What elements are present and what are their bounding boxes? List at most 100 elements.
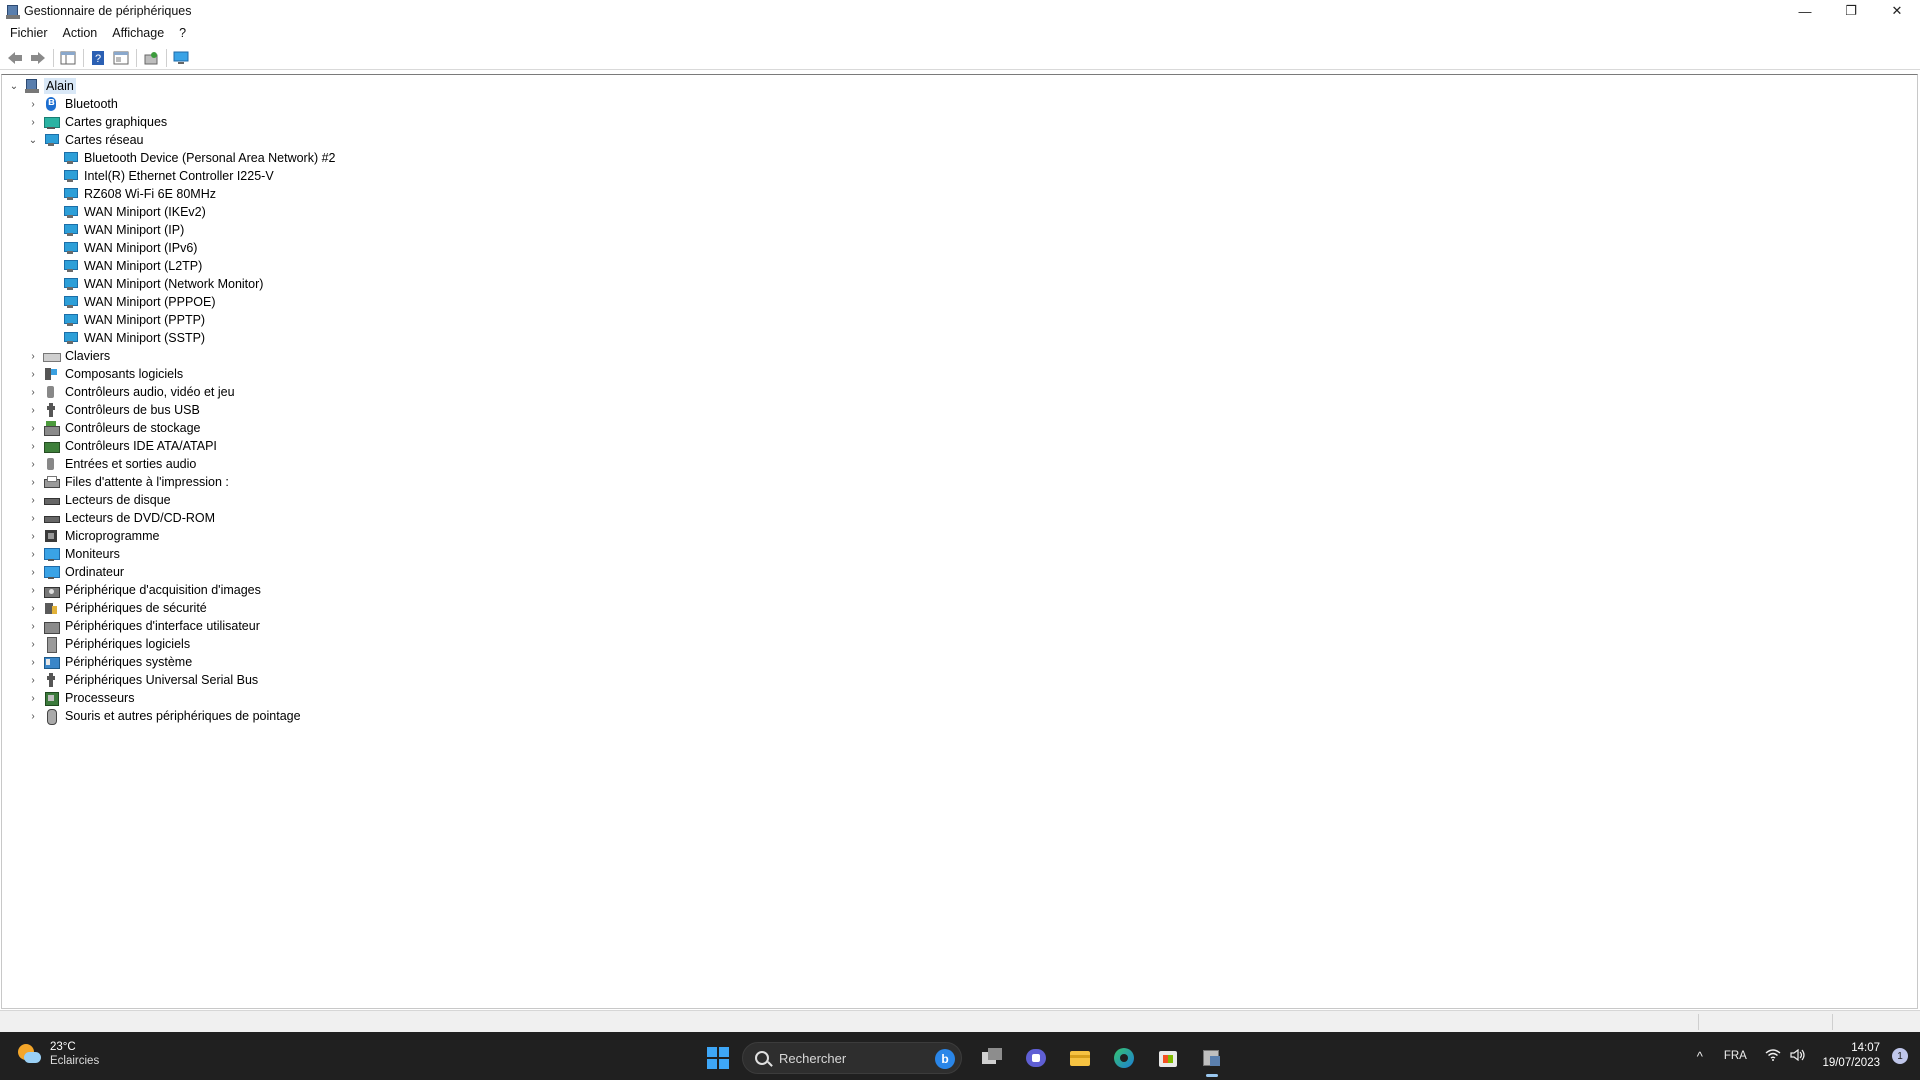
back-button[interactable]	[4, 48, 26, 68]
tree-category[interactable]: ⌄ Cartes réseau	[2, 131, 338, 149]
properties-button[interactable]	[110, 48, 132, 68]
chevron-right-icon[interactable]: ›	[27, 581, 39, 599]
menu-help[interactable]: ?	[173, 26, 192, 40]
network-adapter-icon	[62, 240, 78, 256]
chevron-right-icon[interactable]: ›	[27, 419, 39, 437]
network-adapter-icon	[62, 222, 78, 238]
device-manager-taskbar-button[interactable]	[1192, 1038, 1232, 1078]
tree-category[interactable]: › Composants logiciels	[2, 365, 338, 383]
tree-category[interactable]: › Entrées et sorties audio	[2, 455, 338, 473]
tree-category[interactable]: › Ordinateur	[2, 563, 338, 581]
store-button[interactable]	[1148, 1038, 1188, 1078]
minimize-button[interactable]: —	[1782, 0, 1828, 22]
tree-category[interactable]: › Lecteurs de DVD/CD-ROM	[2, 509, 338, 527]
tree-category[interactable]: › Périphériques logiciels	[2, 635, 338, 653]
chevron-right-icon[interactable]: ›	[27, 527, 39, 545]
bing-icon[interactable]: b	[935, 1049, 955, 1069]
tree-device-item[interactable]: WAN Miniport (L2TP)	[2, 257, 338, 275]
menu-action[interactable]: Action	[57, 26, 104, 40]
tree-category[interactable]: › Bluetooth	[2, 95, 338, 113]
chevron-right-icon[interactable]: ›	[27, 437, 39, 455]
file-explorer-button[interactable]	[1060, 1038, 1100, 1078]
help-icon: ?	[92, 50, 104, 65]
tree-item-label: WAN Miniport (IPv6)	[84, 241, 198, 255]
chevron-right-icon[interactable]: ›	[27, 563, 39, 581]
usb-icon	[43, 402, 59, 418]
tree-category[interactable]: › Périphérique d'acquisition d'images	[2, 581, 338, 599]
chevron-right-icon[interactable]: ›	[27, 455, 39, 473]
tree-category[interactable]: › Périphériques système	[2, 653, 338, 671]
notification-badge[interactable]: 1	[1892, 1048, 1908, 1064]
chevron-up-icon[interactable]: ^	[1688, 1049, 1712, 1064]
clock[interactable]: 14:07 19/07/2023	[1822, 1041, 1880, 1071]
tree-category[interactable]: › Périphériques d'interface utilisateur	[2, 617, 338, 635]
tree-device-item[interactable]: WAN Miniport (IP)	[2, 221, 338, 239]
tree-category[interactable]: › Contrôleurs IDE ATA/ATAPI	[2, 437, 338, 455]
chevron-right-icon[interactable]: ›	[27, 707, 39, 725]
chevron-right-icon[interactable]: ›	[27, 671, 39, 689]
chevron-right-icon[interactable]: ›	[27, 365, 39, 383]
tree-category[interactable]: › Contrôleurs de bus USB	[2, 401, 338, 419]
restore-button[interactable]: ❐	[1828, 0, 1874, 22]
weather-icon	[16, 1042, 42, 1068]
task-view-button[interactable]	[972, 1038, 1012, 1078]
chevron-right-icon[interactable]: ›	[27, 509, 39, 527]
start-button[interactable]	[700, 1040, 736, 1076]
chevron-right-icon[interactable]: ›	[27, 617, 39, 635]
chevron-right-icon[interactable]: ›	[27, 653, 39, 671]
scan-hardware-button[interactable]	[140, 48, 162, 68]
chevron-right-icon[interactable]: ›	[27, 599, 39, 617]
computer-icon	[43, 564, 60, 580]
tree-device-item[interactable]: WAN Miniport (PPPOE)	[2, 293, 338, 311]
tree-category[interactable]: › Files d'attente à l'impression :	[2, 473, 338, 491]
tree-category[interactable]: › Cartes graphiques	[2, 113, 338, 131]
tree-category[interactable]: › Lecteurs de disque	[2, 491, 338, 509]
chevron-right-icon[interactable]: ›	[27, 113, 39, 131]
tree-category[interactable]: › Microprogramme	[2, 527, 338, 545]
chevron-down-icon[interactable]: ⌄	[27, 131, 39, 149]
tree-device-item[interactable]: WAN Miniport (PPTP)	[2, 311, 338, 329]
chevron-right-icon[interactable]: ›	[27, 635, 39, 653]
chat-button[interactable]	[1016, 1038, 1056, 1078]
tree-device-item[interactable]: Bluetooth Device (Personal Area Network)…	[2, 149, 338, 167]
menu-affichage[interactable]: Affichage	[106, 26, 170, 40]
forward-button[interactable]	[27, 48, 49, 68]
tree-device-item[interactable]: WAN Miniport (IPv6)	[2, 239, 338, 257]
weather-widget[interactable]: 23°C Eclaircies	[16, 1040, 99, 1069]
wifi-icon	[1765, 1048, 1781, 1061]
tree-category[interactable]: › Périphériques de sécurité	[2, 599, 338, 617]
tree-category[interactable]: › Souris et autres périphériques de point…	[2, 707, 338, 725]
chevron-right-icon[interactable]: ›	[27, 473, 39, 491]
tree-device-item[interactable]: RZ608 Wi-Fi 6E 80MHz	[2, 185, 338, 203]
language-indicator[interactable]: FRA	[1724, 1050, 1747, 1062]
edge-button[interactable]	[1104, 1038, 1144, 1078]
chevron-right-icon[interactable]: ›	[27, 383, 39, 401]
tree-category[interactable]: › Moniteurs	[2, 545, 338, 563]
network-volume-icons[interactable]	[1765, 1048, 1807, 1064]
show-hide-console-tree-button[interactable]	[57, 48, 79, 68]
close-button[interactable]: ✕	[1874, 0, 1920, 22]
tree-device-item[interactable]: WAN Miniport (Network Monitor)	[2, 275, 338, 293]
chevron-right-icon[interactable]: ›	[27, 95, 39, 113]
chevron-right-icon[interactable]: ›	[27, 545, 39, 563]
taskbar-search[interactable]: Rechercher b	[742, 1042, 962, 1074]
tree-device-item[interactable]: Intel(R) Ethernet Controller I225-V	[2, 167, 338, 185]
tree-category[interactable]: › Contrôleurs de stockage	[2, 419, 338, 437]
tree-device-item[interactable]: WAN Miniport (SSTP)	[2, 329, 338, 347]
chevron-down-icon[interactable]: ⌄	[8, 77, 20, 95]
help-button[interactable]: ?	[87, 48, 109, 68]
chevron-right-icon[interactable]: ›	[27, 347, 39, 365]
tree-device-item[interactable]: WAN Miniport (IKEv2)	[2, 203, 338, 221]
tree-category[interactable]: › Processeurs	[2, 689, 338, 707]
tree-root-computer[interactable]: ⌄ Alain	[2, 77, 338, 95]
chevron-right-icon[interactable]: ›	[27, 689, 39, 707]
tree-category[interactable]: › Périphériques Universal Serial Bus	[2, 671, 338, 689]
chevron-right-icon[interactable]: ›	[27, 491, 39, 509]
software-component-icon	[43, 366, 59, 382]
chevron-right-icon[interactable]: ›	[27, 401, 39, 419]
tree-category[interactable]: › Claviers	[2, 347, 338, 365]
tree-category[interactable]: › Contrôleurs audio, vidéo et jeu	[2, 383, 338, 401]
menu-fichier[interactable]: Fichier	[4, 26, 54, 40]
display-devices-button[interactable]	[170, 48, 192, 68]
